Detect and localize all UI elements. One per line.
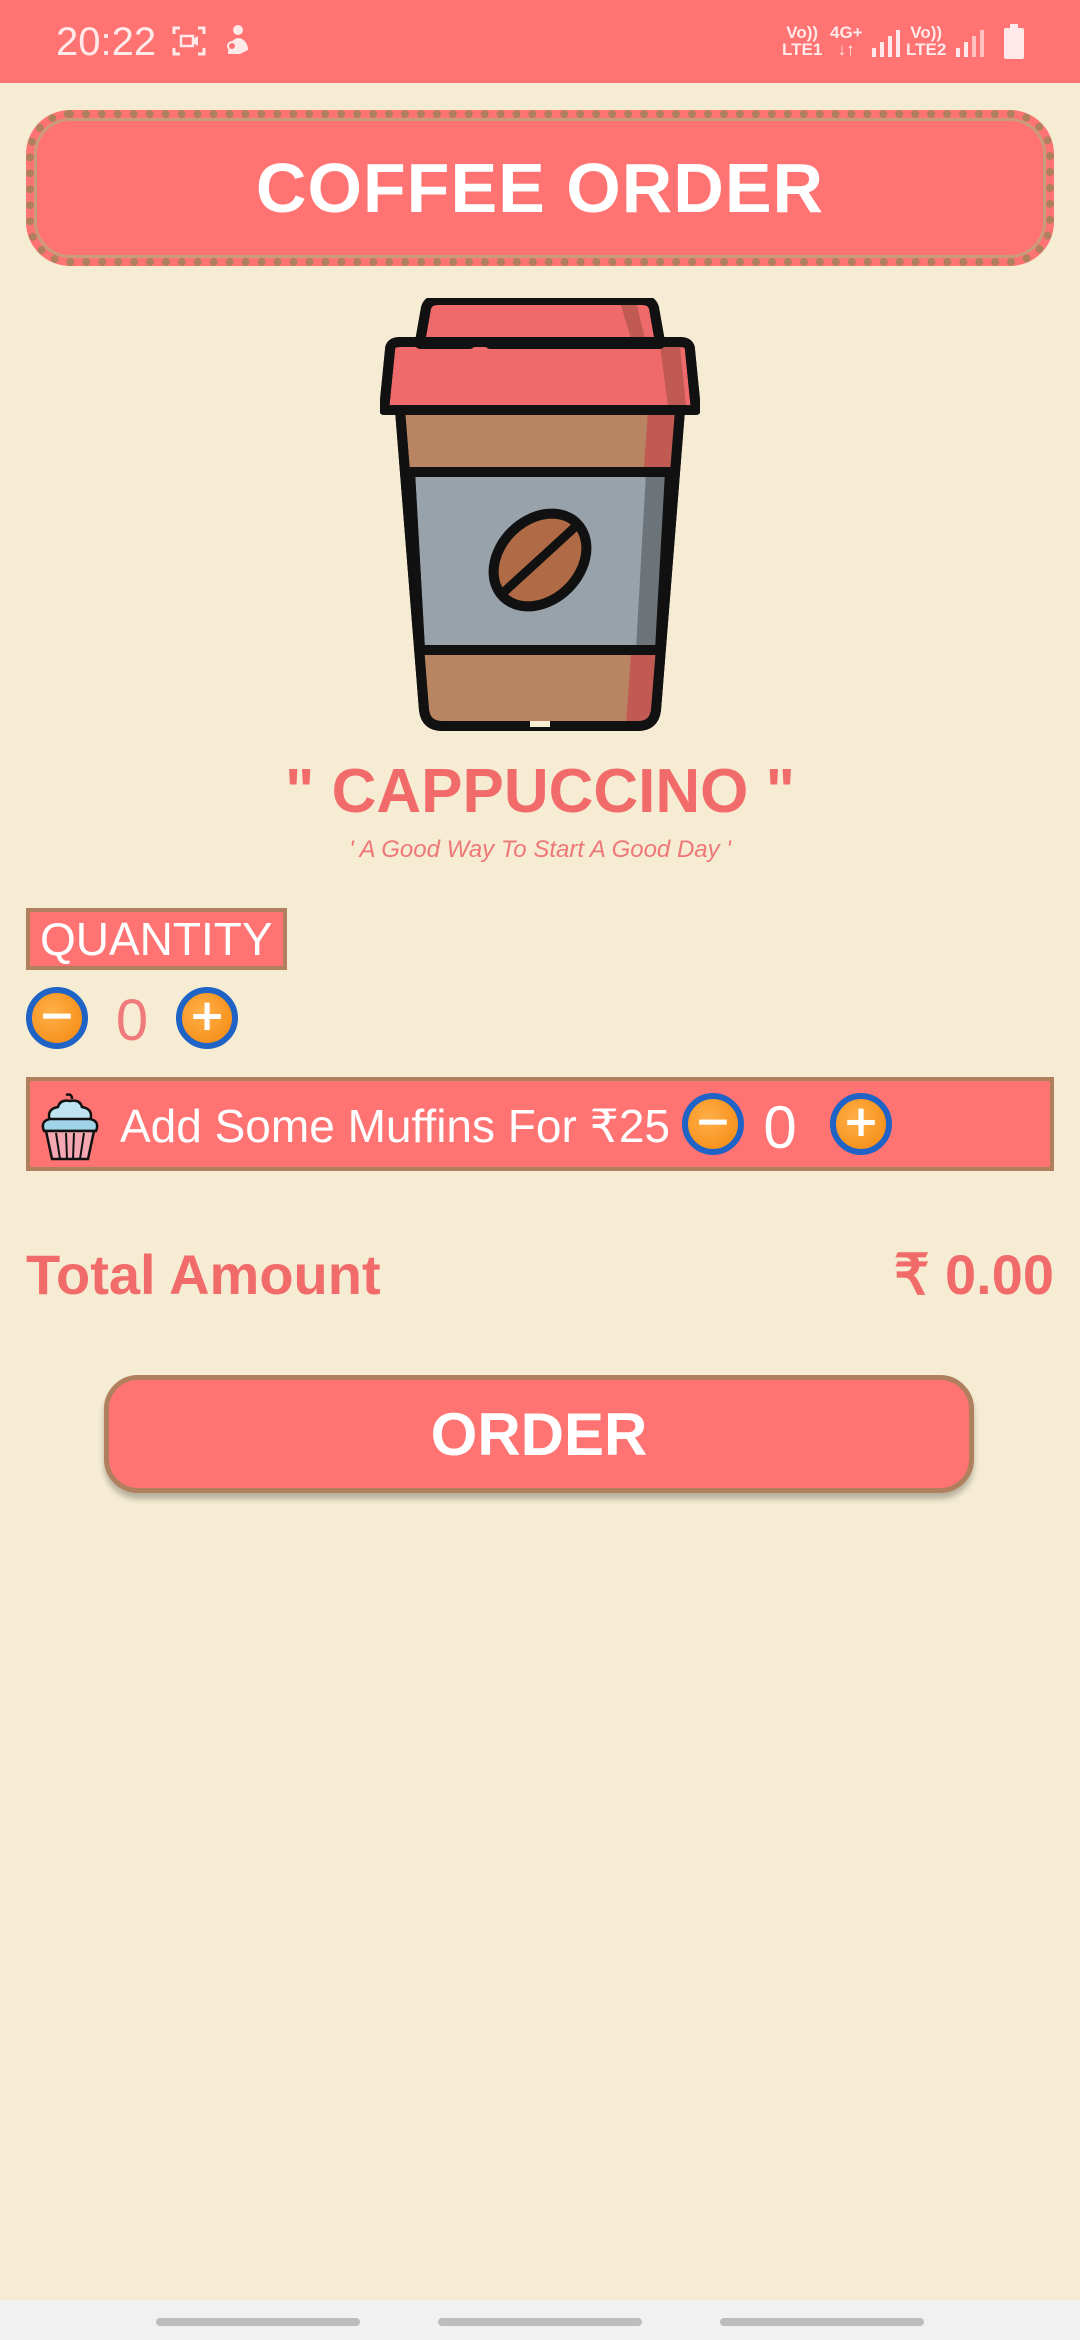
network-type-top: 4G+ bbox=[830, 23, 863, 42]
sim1-label: Vo)) LTE1 bbox=[782, 24, 822, 58]
sim2-top: Vo)) bbox=[910, 23, 943, 42]
screen-record-icon bbox=[172, 26, 206, 56]
navigation-bar bbox=[0, 2300, 1080, 2340]
battery-icon bbox=[1004, 24, 1024, 59]
minus-icon: − bbox=[694, 1096, 732, 1147]
plus-icon: + bbox=[842, 1096, 880, 1147]
product-name: " CAPPUCCINO " bbox=[284, 757, 796, 826]
minus-icon: − bbox=[38, 990, 76, 1041]
title-banner: COFFEE ORDER bbox=[26, 110, 1054, 266]
notification-figure-icon bbox=[227, 25, 248, 54]
muffin-quantity-value: 0 bbox=[763, 1094, 797, 1161]
nav-back-button[interactable] bbox=[720, 2318, 924, 2326]
network-type-arrows: ↓↑ bbox=[837, 40, 855, 59]
total-amount-value: ₹ 0.00 bbox=[893, 1243, 1054, 1306]
quantity-value: 0 bbox=[115, 988, 149, 1053]
order-button[interactable]: ORDER bbox=[104, 1375, 974, 1493]
sim1-bottom: LTE1 bbox=[782, 40, 823, 59]
status-bar: 20:22 Vo)) LTE1 4G+ ↓↑ Vo)) LTE2 bbox=[0, 0, 1080, 83]
page-title: COFFEE ORDER bbox=[255, 149, 825, 227]
product-tagline: ' A Good Way To Start A Good Day ' bbox=[349, 836, 731, 863]
sim2-bottom: LTE2 bbox=[906, 40, 947, 59]
sim1-top: Vo)) bbox=[786, 23, 819, 42]
status-time: 20:22 bbox=[56, 20, 157, 64]
nav-recents-button[interactable] bbox=[156, 2318, 360, 2326]
quantity-label: QUANTITY bbox=[26, 908, 287, 970]
network-type-label: 4G+ ↓↑ bbox=[830, 24, 863, 58]
total-amount-label: Total Amount bbox=[26, 1243, 381, 1306]
quantity-increment-button[interactable]: + bbox=[176, 987, 238, 1049]
muffin-addon-bar: Add Some Muffins For ₹25 − 0 + bbox=[26, 1077, 1054, 1171]
muffin-offer-label: Add Some Muffins For ₹25 bbox=[120, 1100, 671, 1152]
coffee-cup-icon bbox=[380, 298, 700, 731]
order-button-label: ORDER bbox=[430, 1400, 648, 1468]
plus-icon: + bbox=[188, 990, 226, 1041]
muffin-increment-button[interactable]: + bbox=[830, 1093, 892, 1155]
signal-2-icon bbox=[956, 30, 984, 57]
sim2-label: Vo)) LTE2 bbox=[906, 24, 946, 58]
nav-home-button[interactable] bbox=[438, 2318, 642, 2326]
cupcake-icon bbox=[41, 1093, 99, 1161]
quantity-decrement-button[interactable]: − bbox=[26, 987, 88, 1049]
signal-1-icon bbox=[872, 30, 900, 57]
muffin-decrement-button[interactable]: − bbox=[682, 1093, 744, 1155]
